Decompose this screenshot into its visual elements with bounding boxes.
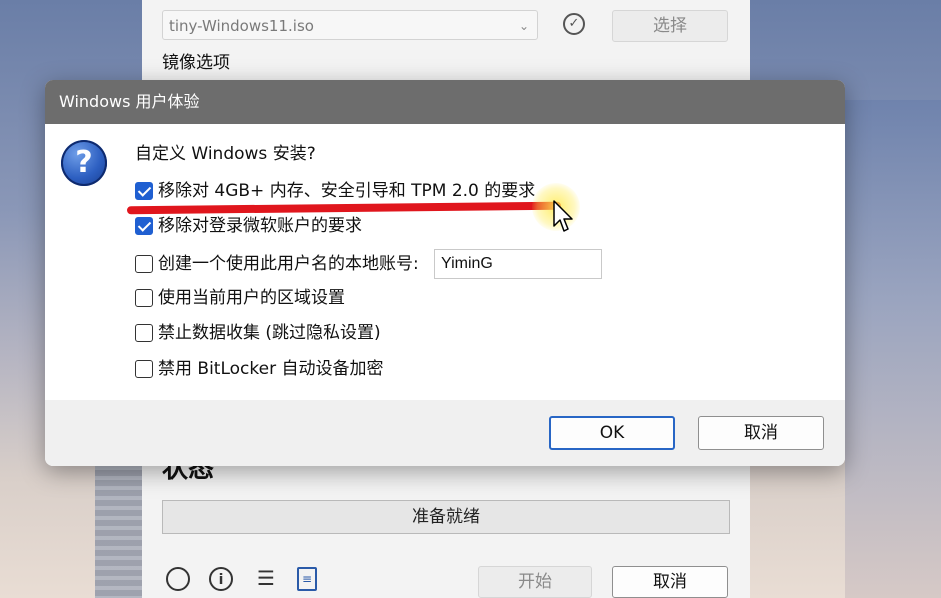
checkbox[interactable]: [135, 289, 153, 307]
globe-icon[interactable]: [166, 567, 190, 591]
checkbox[interactable]: [135, 324, 153, 342]
image-select-value: tiny-Windows11.iso: [169, 17, 314, 35]
dialog-question: 自定义 Windows 安装?: [135, 144, 316, 164]
dialog-title: Windows 用户体验: [45, 80, 845, 124]
check-circle-icon[interactable]: ✓: [563, 13, 585, 35]
ok-button[interactable]: OK: [549, 416, 675, 450]
checkbox[interactable]: [135, 182, 153, 200]
background-scenery: [845, 100, 941, 598]
option-label: 移除对登录微软账户的要求: [158, 216, 362, 236]
checkbox[interactable]: [135, 255, 153, 273]
start-button[interactable]: 开始: [478, 566, 592, 598]
dialog-footer: OK 取消: [45, 400, 845, 466]
rufus-cancel-button[interactable]: 取消: [612, 566, 728, 598]
mouse-pointer-icon: [553, 200, 573, 232]
annotation-underline: [126, 201, 562, 215]
chevron-down-icon: ⌄: [518, 19, 529, 33]
sliders-icon[interactable]: ☰: [254, 567, 278, 591]
progress-bar: 准备就绪: [162, 500, 730, 534]
question-mark-icon: ?: [61, 140, 107, 186]
checkbox[interactable]: [135, 360, 153, 378]
image-select[interactable]: tiny-Windows11.iso ⌄: [162, 10, 538, 40]
option-label: 禁用 BitLocker 自动设备加密: [158, 359, 384, 379]
log-icon[interactable]: ≡: [297, 567, 317, 591]
image-option-label: 镜像选项: [162, 53, 230, 73]
option-label: 创建一个使用此用户名的本地账号:: [158, 254, 419, 274]
info-icon[interactable]: i: [209, 567, 233, 591]
windows-user-experience-dialog: Windows 用户体验 ? 自定义 Windows 安装? 移除对 4GB+ …: [45, 80, 845, 466]
select-button[interactable]: 选择: [612, 10, 728, 42]
option-label: 使用当前用户的区域设置: [158, 288, 345, 308]
cancel-button[interactable]: 取消: [698, 416, 824, 450]
checkbox[interactable]: [135, 217, 153, 235]
option-label: 禁止数据收集 (跳过隐私设置): [158, 323, 381, 343]
option-label: 移除对 4GB+ 内存、安全引导和 TPM 2.0 的要求: [158, 181, 536, 201]
username-input[interactable]: [434, 249, 602, 279]
